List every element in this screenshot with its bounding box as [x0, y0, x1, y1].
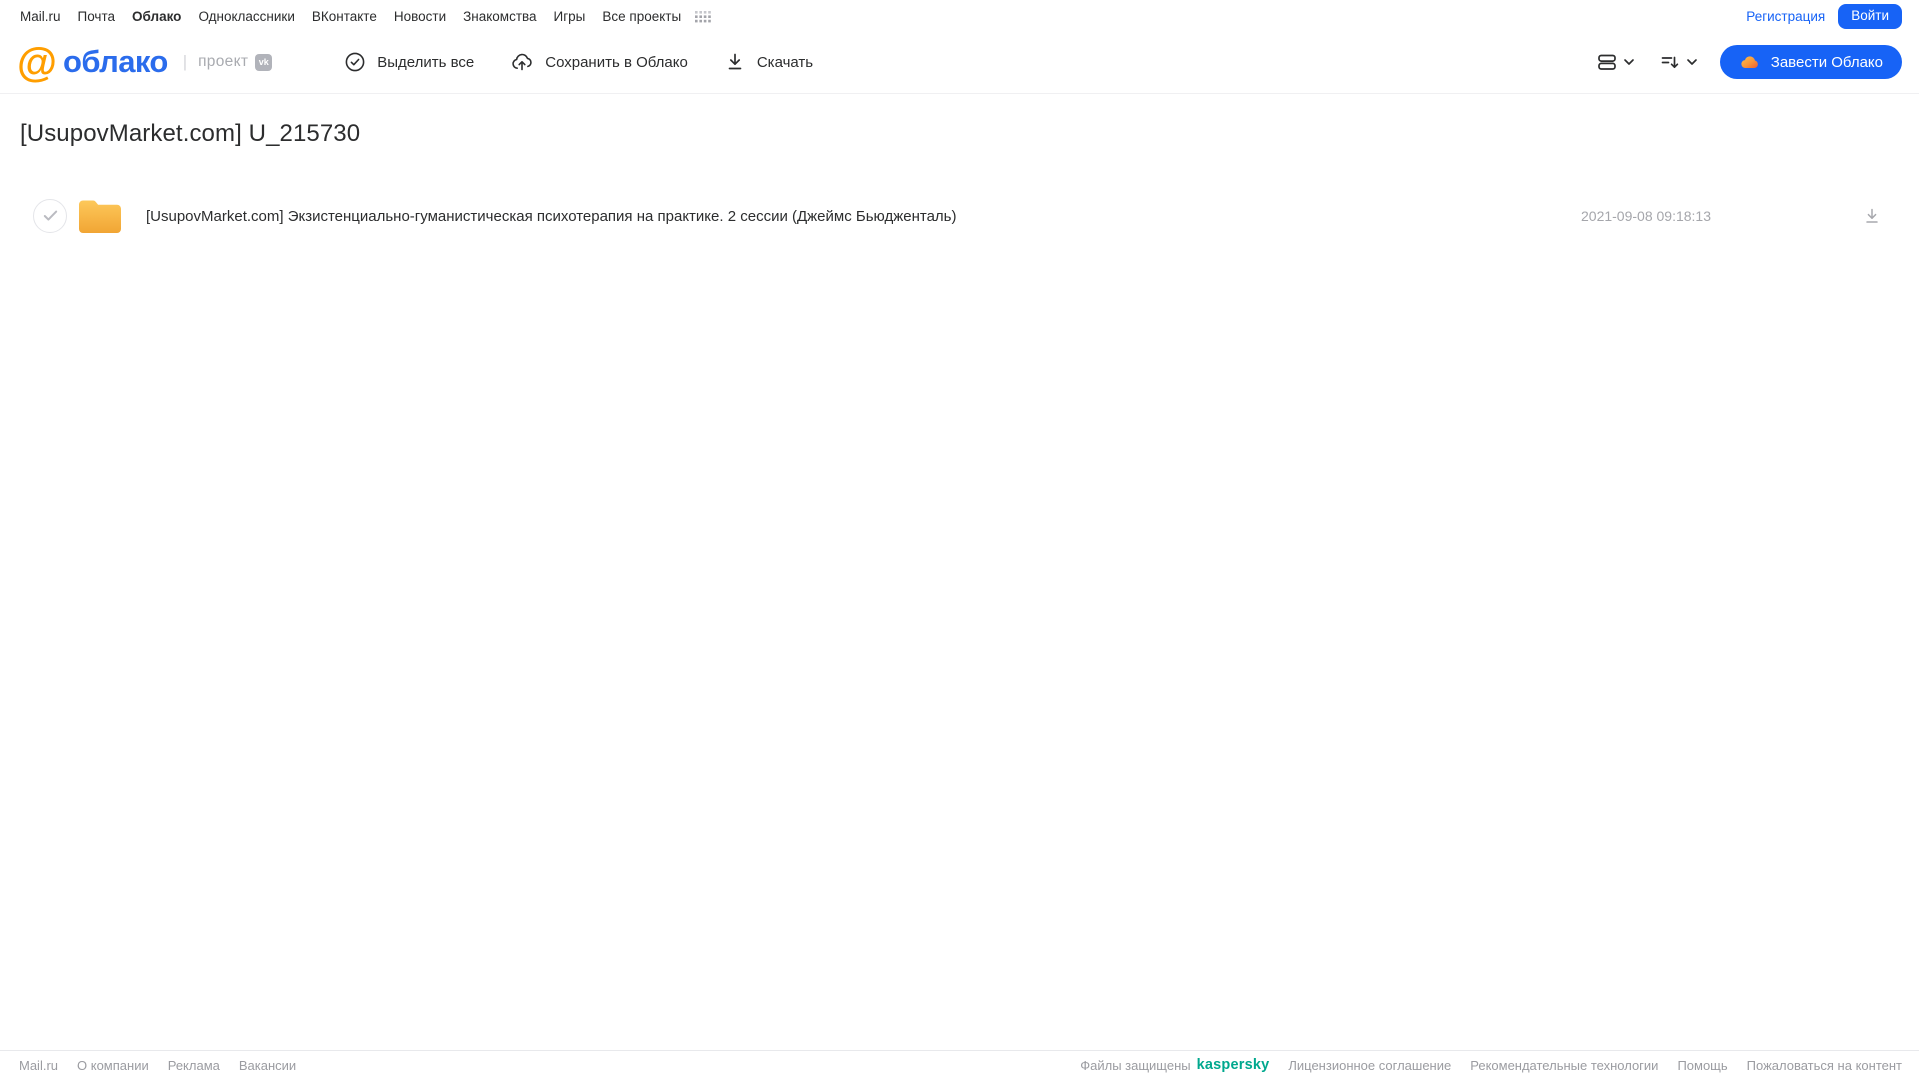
- download-button[interactable]: Скачать: [724, 51, 813, 73]
- sort-icon: [1659, 51, 1681, 73]
- footer-link-mailru[interactable]: Mail.ru: [19, 1058, 58, 1073]
- create-cloud-label: Завести Облако: [1770, 53, 1883, 71]
- login-button[interactable]: Войти: [1838, 3, 1902, 30]
- footer-right-links: Файлы защищены kaspersky Лицензионное со…: [1080, 1057, 1902, 1073]
- logo-divider: |: [182, 52, 188, 71]
- list-view-icon: [1596, 51, 1618, 73]
- footer-link-help[interactable]: Помощь: [1677, 1058, 1727, 1073]
- file-date: 2021-09-08 09:18:13: [1581, 208, 1711, 224]
- select-all-label: Выделить все: [377, 53, 475, 71]
- file-row[interactable]: [UsupovMarket.com] Экзистенциально-гуман…: [20, 196, 1899, 236]
- checkmark-icon: [43, 210, 57, 221]
- footer-link-ads[interactable]: Реклама: [168, 1058, 220, 1073]
- save-to-cloud-button[interactable]: Сохранить в Облако: [510, 50, 688, 74]
- footer: Mail.ru О компании Реклама Вакансии Файл…: [0, 1050, 1919, 1079]
- cloud-upload-icon: [510, 50, 534, 74]
- toolbar-actions: Выделить все Сохранить в Облако Скачать: [344, 50, 813, 74]
- project-label: проект: [198, 53, 249, 70]
- topnav-item-mailru[interactable]: Mail.ru: [20, 9, 61, 24]
- footer-link-recommendations[interactable]: Рекомендательные технологии: [1470, 1058, 1658, 1073]
- cloud-toolbar: @ облако | проект vk Выделить все Сохран…: [0, 31, 1919, 94]
- download-icon: [724, 51, 746, 73]
- topnav-item-igry[interactable]: Игры: [554, 9, 586, 24]
- chevron-down-icon: [1621, 54, 1637, 70]
- check-circle-icon: [344, 51, 366, 73]
- shared-folder-content: [UsupovMarket.com] U_215730 [UsupovMarke…: [0, 120, 1919, 236]
- download-label: Скачать: [756, 53, 814, 71]
- projects-nav: Mail.ru Почта Облако Одноклассники ВКонт…: [20, 9, 711, 24]
- topnav-item-vse-proekty[interactable]: Все проекты: [602, 9, 681, 24]
- folder-icon: [77, 197, 123, 235]
- mailru-at-icon: @: [17, 39, 57, 85]
- topnav-item-vkontakte[interactable]: ВКонтакте: [312, 9, 377, 24]
- top-navigation-bar: Mail.ru Почта Облако Одноклассники ВКонт…: [0, 0, 1919, 31]
- cloud-icon: [1739, 51, 1761, 73]
- create-cloud-button[interactable]: Завести Облако: [1719, 45, 1902, 79]
- kaspersky-protection: Файлы защищены kaspersky: [1080, 1057, 1269, 1073]
- footer-link-license[interactable]: Лицензионное соглашение: [1288, 1058, 1451, 1073]
- topnav-item-pochta[interactable]: Почта: [78, 9, 116, 24]
- auth-area: Регистрация Войти: [1746, 3, 1902, 30]
- sort-dropdown[interactable]: [1655, 47, 1704, 77]
- topnav-item-novosti[interactable]: Новости: [394, 9, 446, 24]
- save-to-cloud-label: Сохранить в Облако: [545, 53, 688, 71]
- footer-left-links: Mail.ru О компании Реклама Вакансии: [19, 1058, 296, 1073]
- cloud-logo[interactable]: @ облако | проект vk: [17, 39, 273, 85]
- select-all-button[interactable]: Выделить все: [344, 51, 474, 73]
- footer-link-report-content[interactable]: Пожаловаться на контент: [1747, 1058, 1902, 1073]
- registration-link[interactable]: Регистрация: [1746, 9, 1825, 24]
- topnav-item-odnoklassniki[interactable]: Одноклассники: [198, 9, 294, 24]
- page-title: [UsupovMarket.com] U_215730: [20, 120, 361, 147]
- topnav-item-znakomstva[interactable]: Знакомства: [463, 9, 536, 24]
- row-download-icon[interactable]: [1863, 207, 1881, 225]
- apps-grid-icon[interactable]: [694, 10, 711, 24]
- kaspersky-logo: kaspersky: [1196, 1057, 1270, 1073]
- chevron-down-icon: [1684, 54, 1700, 70]
- row-checkbox[interactable]: [33, 199, 67, 233]
- cloud-logo-text: облако: [62, 44, 168, 79]
- protected-by-label: Файлы защищены: [1080, 1057, 1191, 1073]
- footer-link-vacancies[interactable]: Вакансии: [239, 1058, 296, 1073]
- footer-link-company[interactable]: О компании: [77, 1058, 149, 1073]
- topnav-item-oblako[interactable]: Облако: [132, 9, 181, 24]
- view-mode-dropdown[interactable]: [1592, 47, 1641, 77]
- toolbar-right-controls: Завести Облако: [1592, 45, 1902, 79]
- vk-icon: vk: [255, 53, 273, 71]
- file-name-link[interactable]: [UsupovMarket.com] Экзистенциально-гуман…: [146, 208, 956, 225]
